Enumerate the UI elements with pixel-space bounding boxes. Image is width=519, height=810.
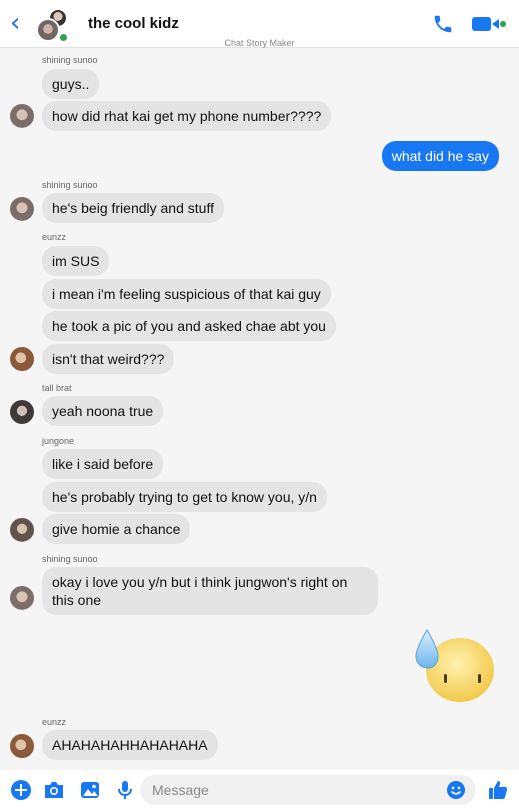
watermark-text: Chat Story Maker bbox=[224, 38, 295, 48]
sender-avatar[interactable] bbox=[10, 347, 34, 371]
chat-header: ‹ the cool kidz Chat Story Maker bbox=[0, 0, 519, 48]
sender-name: shining sunoo bbox=[42, 180, 98, 190]
sender-avatar[interactable] bbox=[10, 734, 34, 758]
message-bubble[interactable]: im SUS bbox=[42, 246, 110, 276]
composer-bar: Message bbox=[0, 770, 519, 810]
message-bubble[interactable]: he took a pic of you and asked chae abt … bbox=[42, 311, 336, 341]
sender-avatar[interactable] bbox=[10, 197, 34, 221]
message-bubble[interactable]: isn't that weird??? bbox=[42, 344, 175, 374]
my-message-bubble[interactable]: what did he say bbox=[381, 141, 499, 171]
sender-avatar[interactable] bbox=[10, 586, 34, 610]
sender-name: jungone bbox=[42, 436, 75, 446]
message-bubble[interactable]: guys.. bbox=[42, 69, 100, 99]
chat-title[interactable]: the cool kidz bbox=[88, 15, 179, 32]
sender-avatar[interactable] bbox=[10, 518, 34, 542]
message-bubble[interactable]: like i said before bbox=[42, 449, 164, 479]
message-input[interactable]: Message bbox=[140, 775, 476, 805]
microphone-icon[interactable] bbox=[114, 779, 136, 801]
sender-name: shining sunoo bbox=[42, 55, 98, 65]
image-icon[interactable] bbox=[79, 779, 101, 801]
plus-icon[interactable] bbox=[10, 779, 32, 801]
message-placeholder: Message bbox=[152, 782, 209, 798]
sender-avatar[interactable] bbox=[10, 400, 34, 424]
message-bubble[interactable]: how did rhat kai get my phone number???? bbox=[42, 101, 332, 131]
message-bubble[interactable]: okay i love you y/n but i think jungwon'… bbox=[42, 567, 378, 615]
phone-call-icon[interactable] bbox=[432, 13, 454, 35]
message-bubble[interactable]: give homie a chance bbox=[42, 514, 191, 544]
sender-name: eunzz bbox=[42, 232, 67, 242]
group-avatar[interactable] bbox=[36, 8, 70, 43]
sweat-smile-sticker-icon[interactable] bbox=[414, 628, 496, 704]
message-bubble[interactable]: he's probably trying to get to know you,… bbox=[42, 482, 327, 512]
camera-icon[interactable] bbox=[43, 779, 65, 801]
back-arrow-icon[interactable]: ‹ bbox=[10, 10, 30, 36]
video-call-icon[interactable] bbox=[472, 15, 506, 33]
emoji-icon[interactable] bbox=[446, 780, 466, 800]
sender-name: shining sunoo bbox=[42, 554, 98, 564]
message-bubble[interactable]: AHAHAHAHHAHAHAHA bbox=[42, 730, 218, 760]
thumbs-up-icon[interactable] bbox=[487, 779, 509, 801]
message-bubble[interactable]: he's beig friendly and stuff bbox=[42, 193, 224, 223]
sender-avatar[interactable] bbox=[10, 104, 34, 128]
sender-name: tall brat bbox=[42, 383, 72, 393]
message-bubble[interactable]: i mean i'm feeling suspicious of that ka… bbox=[42, 279, 331, 309]
message-bubble[interactable]: yeah noona true bbox=[42, 396, 164, 426]
sender-name: eunzz bbox=[42, 717, 67, 727]
